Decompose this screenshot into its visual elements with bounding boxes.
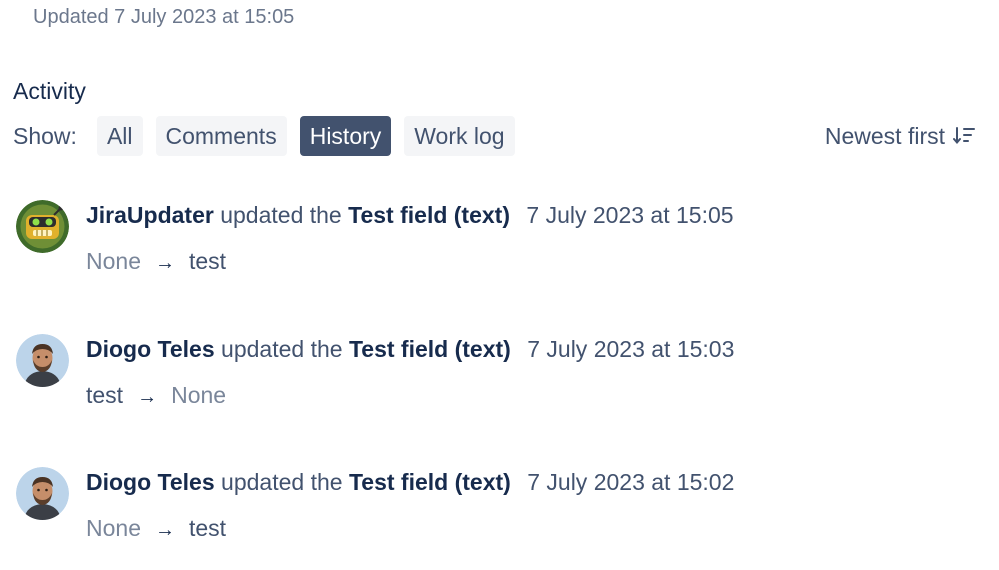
action-text: updated the <box>221 469 343 495</box>
entry-summary: JiraUpdater updated the Test field (text… <box>86 202 734 229</box>
robot-avatar[interactable] <box>16 200 69 253</box>
action-text: updated the <box>221 336 343 362</box>
change-values: None → test <box>86 248 226 275</box>
tab-all[interactable]: All <box>96 116 143 156</box>
author-name[interactable]: Diogo Teles <box>86 469 215 495</box>
issue-activity-panel: Updated 7 July 2023 at 15:05 Activity Sh… <box>0 0 999 570</box>
updated-timestamp: Updated 7 July 2023 at 15:05 <box>33 6 295 28</box>
tab-history[interactable]: History <box>299 116 392 156</box>
arrow-right-icon: → <box>154 252 175 274</box>
history-entry: Diogo Teles updated the Test field (text… <box>16 467 976 557</box>
old-value: None <box>86 515 141 541</box>
tab-label: Comments <box>165 122 277 149</box>
author-name[interactable]: Diogo Teles <box>86 336 215 362</box>
show-label: Show: <box>13 122 77 149</box>
tab-label: All <box>106 122 133 149</box>
person-avatar[interactable] <box>16 334 69 387</box>
field-name: Test field (text) <box>348 336 511 362</box>
old-value: None <box>86 248 141 274</box>
author-name[interactable]: JiraUpdater <box>86 202 214 228</box>
change-values: None → test <box>86 515 226 542</box>
field-name: Test field (text) <box>348 202 510 228</box>
sort-label: Newest first <box>824 122 945 149</box>
activity-filter-bar: Show: All Comments History Work log <box>13 116 528 156</box>
tab-comments[interactable]: Comments <box>155 116 287 156</box>
tab-work-log[interactable]: Work log <box>404 116 515 156</box>
history-entry: Diogo Teles updated the Test field (text… <box>16 334 976 424</box>
person-avatar[interactable] <box>16 467 69 520</box>
history-entry: JiraUpdater updated the Test field (text… <box>16 200 976 290</box>
new-value: test <box>188 515 227 541</box>
activity-heading: Activity <box>13 78 86 104</box>
sort-descending-icon <box>953 127 975 145</box>
new-value: test <box>188 248 227 274</box>
entry-timestamp: 7 July 2023 at 15:05 <box>526 202 734 228</box>
entry-timestamp: 7 July 2023 at 15:03 <box>527 336 735 362</box>
entry-summary: Diogo Teles updated the Test field (text… <box>86 336 734 363</box>
change-values: test → None <box>86 382 226 409</box>
action-text: updated the <box>220 202 342 228</box>
sort-order-button[interactable]: Newest first <box>825 116 975 156</box>
arrow-right-icon: → <box>154 519 175 541</box>
new-value: None <box>171 382 227 408</box>
old-value: test <box>86 382 124 408</box>
arrow-right-icon: → <box>137 386 158 408</box>
tab-label: History <box>309 122 382 149</box>
entry-summary: Diogo Teles updated the Test field (text… <box>86 469 734 496</box>
tab-label: Work log <box>414 122 505 149</box>
field-name: Test field (text) <box>348 469 511 495</box>
entry-timestamp: 7 July 2023 at 15:02 <box>527 469 735 495</box>
